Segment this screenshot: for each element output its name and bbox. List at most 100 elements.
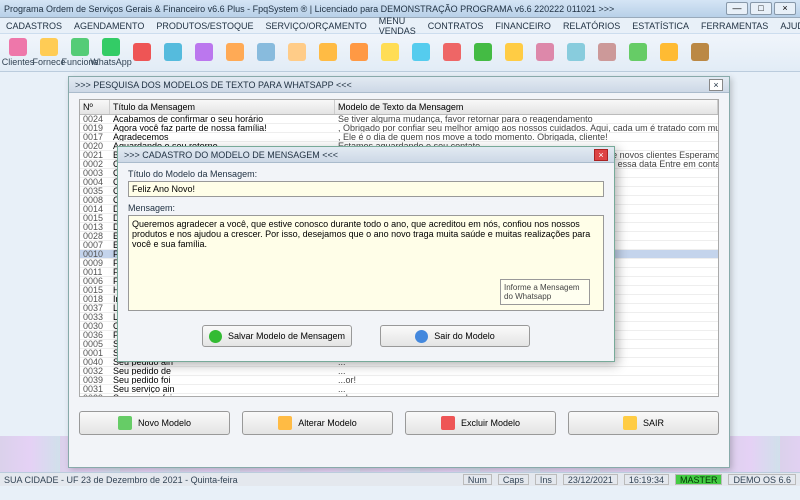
toolbar-button[interactable] [158, 36, 188, 70]
exit-model-button[interactable]: Sair do Modelo [380, 325, 530, 347]
toolbar-button[interactable] [561, 36, 591, 70]
table-row[interactable]: 0039Seu pedido foi...or! [80, 376, 718, 385]
menubar: CADASTROS AGENDAMENTO PRODUTOS/ESTOQUE S… [0, 18, 800, 34]
menu-item[interactable]: FERRAMENTAS [701, 21, 768, 31]
toolbar-icon [164, 43, 182, 61]
statusbar: SUA CIDADE - UF 23 de Dezembro de 2021 -… [0, 472, 800, 486]
toolbar-icon [102, 38, 120, 56]
status-ins: Ins [535, 474, 557, 485]
toolbar-button[interactable] [592, 36, 622, 70]
search-window-footer: Novo Modelo Alterar Modelo Excluir Model… [69, 403, 729, 443]
status-date: 23/12/2021 [563, 474, 618, 485]
toolbar-icon [288, 43, 306, 61]
grid-header: Nº Título da Mensagem Modelo de Texto da… [80, 100, 718, 115]
title-label: Título do Modelo da Mensagem: [128, 169, 604, 179]
table-row[interactable]: 0032Seu pedido de... [80, 367, 718, 376]
toolbar-button[interactable] [375, 36, 405, 70]
menu-item[interactable]: RELATÓRIOS [563, 21, 620, 31]
toolbar-button[interactable] [685, 36, 715, 70]
check-icon [209, 330, 222, 343]
status-time: 16:19:34 [624, 474, 669, 485]
toolbar-icon [9, 38, 27, 56]
close-icon[interactable]: × [594, 149, 608, 161]
toolbar-icon [443, 43, 461, 61]
col-num[interactable]: Nº [80, 100, 110, 114]
toolbar-icon [660, 43, 678, 61]
toolbar-button[interactable] [437, 36, 467, 70]
toolbar-button[interactable]: Fornece [34, 36, 64, 70]
exit-button[interactable]: SAIR [568, 411, 719, 435]
toolbar-button[interactable] [654, 36, 684, 70]
menu-item[interactable]: CADASTROS [6, 21, 62, 31]
menu-item[interactable]: MENU VENDAS [379, 16, 416, 36]
new-model-button[interactable]: Novo Modelo [79, 411, 230, 435]
toolbar-button[interactable] [344, 36, 374, 70]
table-row[interactable]: 0024Acabamos de confirmar o seu horárioS… [80, 115, 718, 124]
toolbar-icon [505, 43, 523, 61]
toolbar-button[interactable] [623, 36, 653, 70]
toolbar-button[interactable] [251, 36, 281, 70]
toolbar-icon [536, 43, 554, 61]
menu-item[interactable]: ESTATÍSTICA [632, 21, 689, 31]
message-label: Mensagem: [128, 203, 604, 213]
exit-icon [623, 416, 637, 430]
toolbar-button[interactable]: WhatsApp [96, 36, 126, 70]
menu-item[interactable]: SERVIÇO/ORÇAMENTO [266, 21, 367, 31]
table-row[interactable]: 0029Seu serviço foi...! [80, 394, 718, 397]
toolbar-icon [319, 43, 337, 61]
table-row[interactable]: 0031Seu serviço ain... [80, 385, 718, 394]
toolbar-button[interactable] [127, 36, 157, 70]
toolbar-label: Clientes [2, 57, 35, 67]
toolbar-icon [474, 43, 492, 61]
close-button[interactable]: × [774, 2, 796, 15]
status-caps: Caps [498, 474, 529, 485]
menu-item[interactable]: AGENDAMENTO [74, 21, 144, 31]
toolbar-button[interactable] [406, 36, 436, 70]
edit-window-footer: Salvar Modelo de Mensagem Sair do Modelo [118, 319, 614, 353]
toolbar-icon [691, 43, 709, 61]
close-icon[interactable]: × [709, 79, 723, 91]
status-num: Num [463, 474, 492, 485]
toolbar-button[interactable] [313, 36, 343, 70]
maximize-button[interactable]: □ [750, 2, 772, 15]
workspace: >>> PESQUISA DOS MODELOS DE TEXTO PARA W… [0, 72, 800, 486]
toolbar-button[interactable] [189, 36, 219, 70]
save-button[interactable]: Salvar Modelo de Mensagem [202, 325, 352, 347]
edit-window-title: >>> CADASTRO DO MODELO DE MENSAGEM <<< [124, 150, 338, 160]
plus-icon [118, 416, 132, 430]
toolbar-button[interactable] [468, 36, 498, 70]
toolbar-icon [598, 43, 616, 61]
toolbar-button[interactable] [220, 36, 250, 70]
menu-item[interactable]: PRODUTOS/ESTOQUE [156, 21, 253, 31]
toolbar-icon [195, 43, 213, 61]
toolbar-button[interactable]: Clientes [3, 36, 33, 70]
edit-model-button[interactable]: Alterar Modelo [242, 411, 393, 435]
toolbar-icon [133, 43, 151, 61]
search-window-titlebar: >>> PESQUISA DOS MODELOS DE TEXTO PARA W… [69, 77, 729, 93]
toolbar-icon [71, 38, 89, 56]
status-master: MASTER [675, 474, 723, 485]
toolbar-icon [350, 43, 368, 61]
toolbar-icon [381, 43, 399, 61]
toolbar-label: WhatsApp [90, 57, 132, 67]
toolbar-button[interactable] [282, 36, 312, 70]
minimize-button[interactable]: — [726, 2, 748, 15]
left-arrow-icon [415, 330, 428, 343]
toolbar-icon [40, 38, 58, 56]
toolbar-icon [567, 43, 585, 61]
menu-item[interactable]: FINANCEIRO [495, 21, 551, 31]
col-model[interactable]: Modelo de Texto da Mensagem [335, 100, 718, 114]
toolbar-icon [226, 43, 244, 61]
table-row[interactable]: 0017Agradecemos, Ele é o dia de quem nos… [80, 133, 718, 142]
toolbar: ClientesForneceFuncionaWhatsApp [0, 34, 800, 72]
table-row[interactable]: 0019Agora você faz parte de nossa famíli… [80, 124, 718, 133]
toolbar-button[interactable] [530, 36, 560, 70]
title-input[interactable] [128, 181, 604, 197]
menu-item[interactable]: AJUDA [780, 21, 800, 31]
toolbar-button[interactable] [499, 36, 529, 70]
delete-model-button[interactable]: Excluir Modelo [405, 411, 556, 435]
menu-item[interactable]: CONTRATOS [428, 21, 484, 31]
status-left: SUA CIDADE - UF 23 de Dezembro de 2021 -… [4, 475, 238, 485]
edit-window-titlebar: >>> CADASTRO DO MODELO DE MENSAGEM <<< × [118, 147, 614, 163]
col-title[interactable]: Título da Mensagem [110, 100, 335, 114]
